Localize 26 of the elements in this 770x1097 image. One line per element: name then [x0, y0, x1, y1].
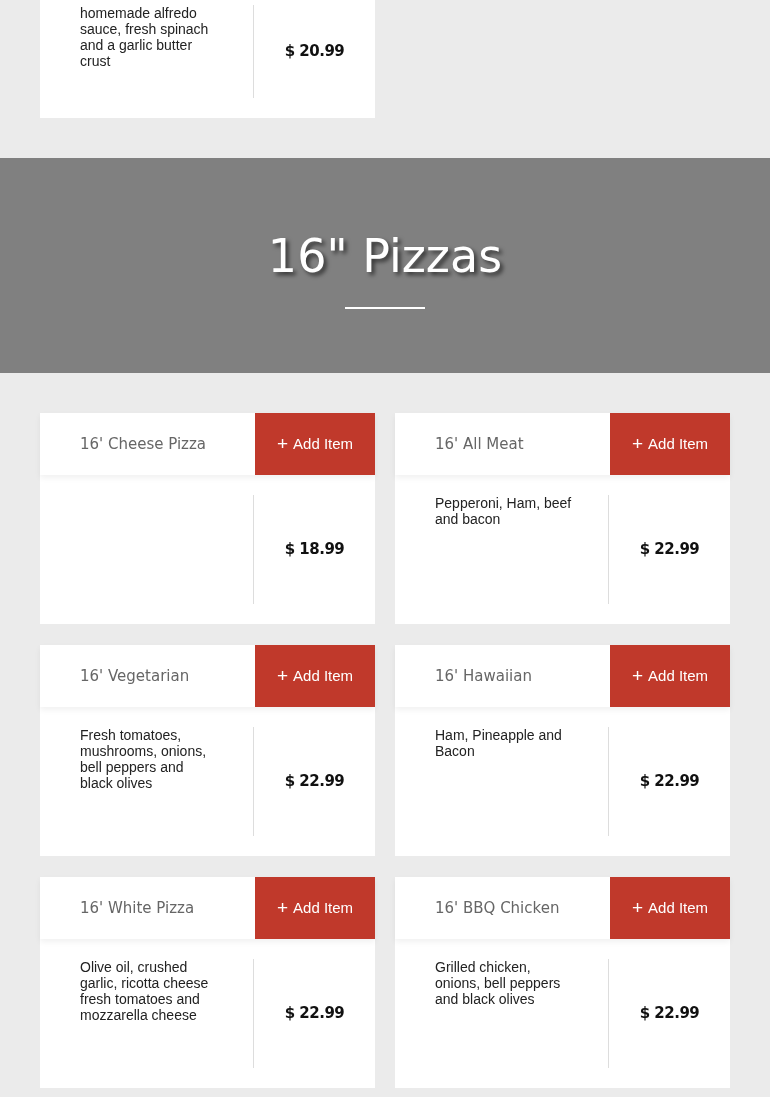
section-title: 16" Pizzas	[267, 232, 503, 279]
item-name: 16' Cheese Pizza	[80, 433, 207, 455]
add-item-button[interactable]: + Add Item	[610, 645, 730, 707]
item-description: Pepperoni, Ham, beef and bacon	[435, 495, 573, 527]
item-description: Fresh tomatoes, mushrooms, onions, bell peppers and black olives	[80, 727, 208, 791]
item-price: $ 22.99	[284, 771, 345, 793]
item-price: $ 22.99	[639, 771, 700, 793]
item-name: 16' White Pizza	[80, 897, 195, 919]
item-description: homemade alfredo sauce, fresh spinach and a garlic butter crust	[80, 5, 210, 69]
item-name: 16' Hawaiian	[435, 665, 532, 687]
add-item-button[interactable]: + Add Item	[255, 645, 375, 707]
item-price: $ 22.99	[284, 1003, 345, 1025]
item-price: $ 18.99	[284, 539, 345, 561]
add-item-button[interactable]: + Add Item	[610, 877, 730, 939]
add-item-button[interactable]: + Add Item	[255, 413, 375, 475]
item-price: $ 20.99	[284, 41, 345, 63]
item-price: $ 22.99	[639, 539, 700, 561]
add-item-button[interactable]: + Add Item	[610, 413, 730, 475]
item-description: Ham, Pineapple and Bacon	[435, 727, 563, 759]
item-name: 16' All Meat	[435, 433, 524, 455]
item-description: Grilled chicken, onions, bell peppers and black olives	[435, 959, 562, 1007]
add-item-button[interactable]: + Add Item	[255, 877, 375, 939]
item-name: 16' Vegetarian	[80, 665, 190, 687]
item-name: 16' BBQ Chicken	[435, 897, 560, 919]
item-description: Olive oil, crushed garlic, ricotta cheese fresh tomatoes and mozzarella cheese	[80, 959, 210, 1023]
item-price: $ 22.99	[639, 1003, 700, 1025]
